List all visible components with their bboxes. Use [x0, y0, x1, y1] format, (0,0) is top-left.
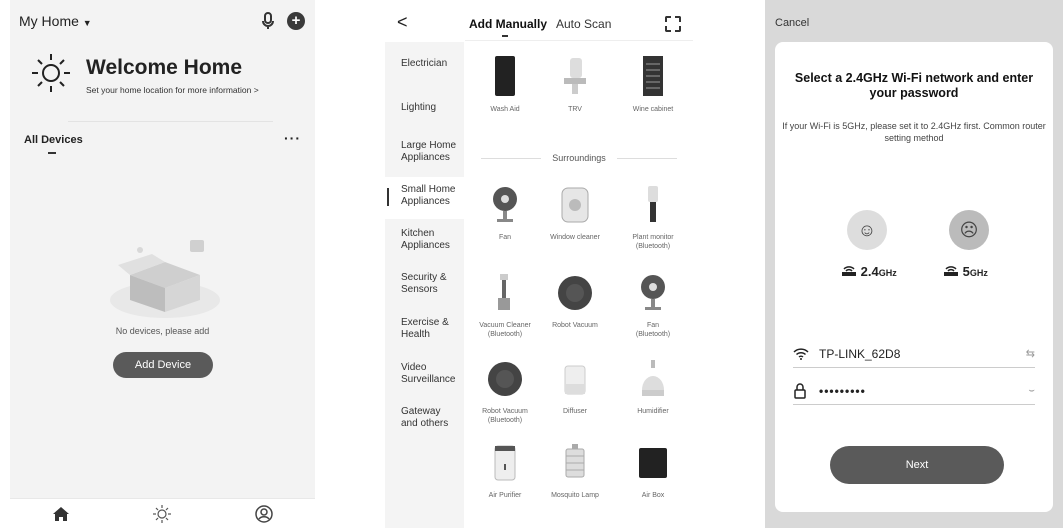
ssid-field[interactable]: TP-LINK_62D8 ⇆ [793, 340, 1035, 368]
tab-all-devices[interactable]: All Devices [24, 134, 83, 146]
device-trv[interactable]: TRV [540, 56, 610, 114]
mosquito-lamp-icon [565, 444, 585, 478]
category-exercise-health[interactable]: Exercise & Health [401, 317, 449, 341]
home-icon[interactable] [52, 506, 70, 522]
robot-vacuum-icon [488, 362, 522, 396]
more-icon[interactable]: ··· [284, 130, 301, 146]
wine-cabinet-icon [643, 56, 663, 96]
category-gateway-others[interactable]: Gateway and others [401, 406, 448, 430]
band-5ghz: 5GHz [943, 264, 988, 279]
chevron-down-icon: ▼ [82, 18, 92, 28]
plant-monitor-icon [648, 186, 658, 222]
wifi-hint[interactable]: If your Wi-Fi is 5GHz, please set it to … [781, 120, 1047, 144]
category-large-home-appliances[interactable]: Large Home Appliances [401, 140, 456, 164]
back-icon[interactable]: < [397, 12, 408, 33]
device-wine-cabinet[interactable]: Wine cabinet [618, 56, 688, 114]
device-air-purifier[interactable]: Air Purifier [470, 444, 540, 500]
add-device-screen: < Add Manually Auto Scan Electrician Lig… [385, 0, 693, 528]
vacuum-cleaner-icon [498, 274, 510, 310]
device-robot-vacuum[interactable]: Robot Vacuum [540, 274, 610, 330]
category-active-indicator [387, 188, 389, 206]
tab-underline [502, 35, 508, 37]
tab-auto-scan[interactable]: Auto Scan [556, 17, 611, 31]
device-robot-vacuum-bluetooth[interactable]: Robot Vacuum (Bluetooth) [470, 360, 540, 425]
tab-underline [48, 152, 56, 154]
happy-face-icon: ☺ [847, 210, 887, 250]
sun-icon [32, 54, 70, 92]
password-field[interactable]: ••••••••• ⌣ [793, 377, 1035, 405]
microphone-icon[interactable] [261, 12, 275, 30]
device-fan[interactable]: Fan [470, 186, 540, 242]
sad-face-icon: ☹ [949, 210, 989, 250]
air-box-icon [639, 448, 667, 478]
device-window-cleaner[interactable]: Window cleaner [540, 186, 610, 242]
device-vacuum-cleaner[interactable]: Vacuum Cleaner (Bluetooth) [470, 274, 540, 339]
wifi-card: Select a 2.4GHz Wi-Fi network and enter … [775, 42, 1053, 512]
empty-state-text: No devices, please add [115, 326, 210, 336]
eye-closed-icon[interactable]: ⌣ [1028, 385, 1035, 396]
welcome-title: Welcome Home [86, 56, 242, 79]
wash-aid-icon [495, 56, 515, 96]
divider [465, 40, 693, 41]
next-button[interactable]: Next [830, 446, 1004, 484]
cancel-button[interactable]: Cancel [775, 17, 809, 29]
category-lighting[interactable]: Lighting [401, 102, 436, 114]
device-wash-aid[interactable]: Wash Aid [470, 56, 540, 114]
band-24ghz: 2.4GHz [841, 264, 897, 279]
device-mosquito-lamp[interactable]: Mosquito Lamp [540, 444, 610, 500]
category-sidebar: Electrician Lighting Large Home Applianc… [385, 42, 464, 528]
device-plant-monitor[interactable]: Plant monitor (Bluetooth) [618, 186, 688, 251]
diffuser-icon [564, 365, 586, 395]
device-humidifier[interactable]: Humidifier [618, 360, 688, 416]
wifi-setup-screen: Cancel Select a 2.4GHz Wi-Fi network and… [765, 0, 1063, 528]
router-icon [842, 266, 856, 276]
lock-icon [794, 382, 806, 399]
wifi-title: Select a 2.4GHz Wi-Fi network and enter … [794, 71, 1034, 100]
ssid-value: TP-LINK_62D8 [819, 346, 901, 361]
home-name: My Home [19, 13, 79, 29]
device-fan-bluetooth[interactable]: Fan (Bluetooth) [618, 274, 688, 339]
home-screen: My Home ▼ + Welcome Home Set your home l… [10, 0, 315, 528]
trv-icon [564, 58, 586, 94]
category-small-home-appliances[interactable]: Small Home Appliances [401, 184, 455, 208]
router-icon [944, 266, 958, 276]
device-diffuser[interactable]: Diffuser [540, 360, 610, 416]
profile-icon[interactable] [255, 504, 273, 523]
password-value: ••••••••• [819, 383, 866, 398]
category-video-surveillance[interactable]: Video Surveillance [401, 362, 455, 386]
category-electrician[interactable]: Electrician [401, 58, 447, 70]
robot-vacuum-icon [558, 276, 592, 310]
fan-icon [641, 275, 665, 310]
empty-box-illustration [110, 240, 220, 318]
home-selector[interactable]: My Home ▼ [19, 13, 92, 29]
fan-icon [493, 187, 517, 222]
device-air-box[interactable]: Air Box [618, 444, 688, 500]
category-kitchen-appliances[interactable]: Kitchen Appliances [401, 228, 450, 252]
scene-sun-icon[interactable] [153, 504, 172, 523]
location-hint-link[interactable]: Set your home location for more informat… [86, 85, 259, 95]
bottom-tab-bar [10, 498, 315, 528]
section-title: Surroundings [481, 153, 677, 163]
tab-add-manually[interactable]: Add Manually [469, 17, 547, 31]
air-purifier-icon [494, 445, 516, 481]
category-security-sensors[interactable]: Security & Sensors [401, 272, 447, 296]
window-cleaner-icon [561, 187, 589, 223]
scan-icon[interactable] [665, 16, 681, 32]
add-device-button[interactable]: Add Device [113, 352, 213, 378]
switch-network-icon[interactable]: ⇆ [1026, 347, 1035, 360]
wifi-icon [793, 347, 809, 360]
divider [68, 121, 273, 122]
humidifier-icon [642, 360, 664, 396]
add-circle-icon[interactable]: + [287, 12, 305, 30]
